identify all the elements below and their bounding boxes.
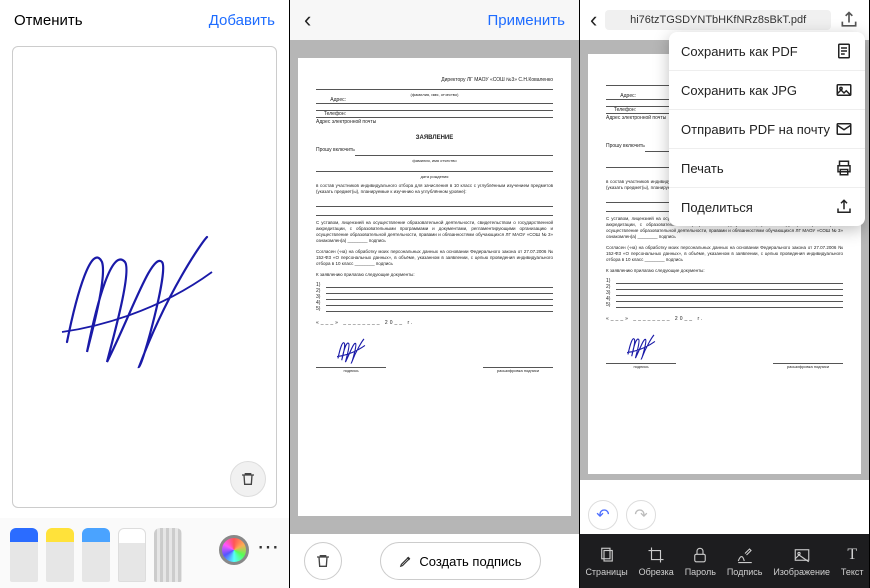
pen-icon [399,554,413,568]
crop-icon [647,546,665,564]
menu-save-pdf[interactable]: Сохранить как PDF [669,32,865,71]
signature-drawing [57,232,217,372]
lock-icon [691,546,709,564]
undo-button[interactable]: ↶ [588,500,618,530]
doc-recipient: Директору ЛГ МАОУ «СОШ №3» С.Н.Коваленко [316,77,553,83]
tool-sign[interactable]: Подпись [727,545,763,577]
drawing-toolbar: ⋯ [0,518,289,588]
document-page: Директору ЛГ МАОУ «СОШ №3» С.Н.Коваленко… [298,58,571,516]
signature-draw-screen: Отменить Добавить ⋯ [0,0,290,588]
pen-tool[interactable] [10,528,38,582]
tool-password[interactable]: Пароль [685,545,716,577]
mail-icon [835,120,853,138]
header: ‹ Применить [290,0,579,40]
menu-print[interactable]: Печать [669,149,865,188]
editor-toolbar: Страницы Обрезка Пароль Подпись Изображе… [580,534,869,588]
apply-signature-screen: ‹ Применить Директору ЛГ МАОУ «СОШ №3» С… [290,0,580,588]
delete-button[interactable] [304,542,342,580]
doc-icon [835,42,853,60]
placed-signature [331,338,371,364]
back-button[interactable]: ‹ [304,7,311,33]
signature-canvas[interactable] [12,46,277,508]
undo-redo-row: ↶ ↷ [588,500,656,530]
sign-icon [736,546,754,564]
filename-label: hi76tzTGSDYNTbHKfNRz8sBkT.pdf [605,10,831,30]
doc-title: ЗАЯВЛЕНИЕ [316,135,553,141]
export-menu: Сохранить как PDF Сохранить как JPG Отпр… [669,32,865,226]
image-icon [835,81,853,99]
trash-icon [315,553,331,569]
pages-icon [598,546,616,564]
highlighter-tool[interactable] [46,528,74,582]
trash-icon [240,471,256,487]
eraser-tool[interactable] [118,528,146,582]
add-button[interactable]: Добавить [209,12,275,29]
tool-pages[interactable]: Страницы [585,545,627,577]
bottom-bar: Создать подпись [290,534,579,588]
pencil-tool[interactable] [82,528,110,582]
cancel-button[interactable]: Отменить [14,12,83,29]
export-button[interactable] [839,10,859,30]
print-icon [835,159,853,177]
menu-save-jpg[interactable]: Сохранить как JPG [669,71,865,110]
share-icon [835,198,853,216]
export-screen: ‹ hi76tzTGSDYNTbHKfNRz8sBkT.pdf Сохранит… [580,0,870,588]
menu-share[interactable]: Поделиться [669,188,865,226]
placed-signature [621,334,661,360]
delete-signature-button[interactable] [230,461,266,497]
apply-button[interactable]: Применить [487,12,565,29]
tool-text[interactable]: T Текст [841,545,864,577]
tool-image[interactable]: Изображение [773,545,830,577]
create-signature-button[interactable]: Создать подпись [380,542,540,580]
ruler-tool[interactable] [154,528,182,582]
menu-send-email[interactable]: Отправить PDF на почту [669,110,865,149]
header: Отменить Добавить [0,0,289,40]
document-viewport[interactable]: Директору ЛГ МАОУ «СОШ №3» С.Н.Коваленко… [290,40,579,534]
tool-crop[interactable]: Обрезка [639,545,674,577]
image-icon [793,546,811,564]
redo-button[interactable]: ↷ [626,500,656,530]
more-tools-button[interactable]: ⋯ [257,534,279,566]
color-picker[interactable] [219,535,249,565]
back-button[interactable]: ‹ [590,7,597,33]
